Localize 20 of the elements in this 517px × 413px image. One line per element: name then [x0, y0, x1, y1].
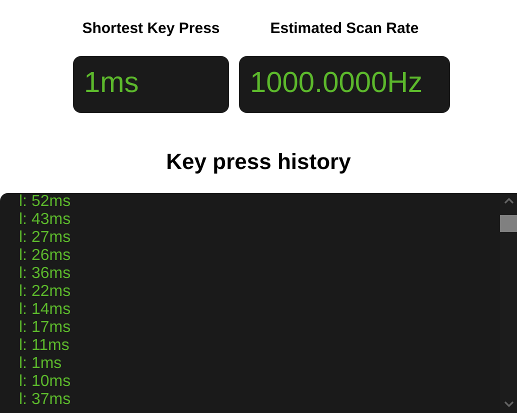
history-entry: l: 10ms [19, 373, 71, 391]
history-entry: l: 37ms [19, 391, 71, 409]
history-entry: l: 36ms [19, 265, 71, 283]
history-entry: l: 52ms [19, 193, 71, 211]
stat-value: 1ms [73, 56, 229, 112]
scroll-down-icon[interactable] [504, 401, 514, 407]
history-entry: l: 1ms [19, 355, 62, 373]
history-entry: l: 43ms [19, 211, 71, 229]
history-entry: l: 17ms [19, 319, 71, 337]
stat-label: Shortest Key Press [82, 19, 220, 39]
history-entry: l: 14ms [19, 301, 71, 319]
section-heading: Key press history [165, 150, 352, 172]
stat-label: Estimated Scan Rate [270, 19, 419, 39]
history-entry: l: 11ms [19, 337, 70, 355]
history-entry: l: 26ms [19, 247, 71, 265]
scrollbar-thumb[interactable] [500, 215, 517, 232]
history-entry: l: 27ms [19, 229, 71, 247]
scroll-up-icon[interactable] [504, 198, 514, 204]
stat-value: 1000.0000Hz [239, 56, 450, 112]
history-entry: l: 22ms [19, 283, 71, 301]
